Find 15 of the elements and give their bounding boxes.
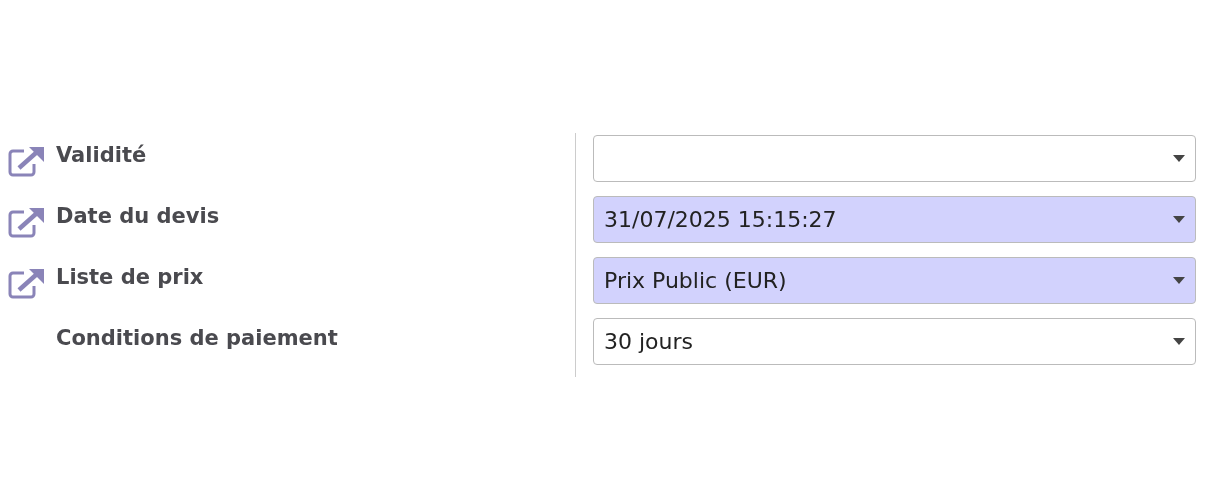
caret-icon (1173, 277, 1185, 284)
dropdown-field[interactable]: Prix Public (EUR) (593, 257, 1196, 304)
external-link-icon[interactable] (8, 206, 46, 238)
dropdown-field[interactable]: 30 jours (593, 318, 1196, 365)
field-label: Date du devis (56, 204, 220, 228)
external-link-icon[interactable] (8, 145, 46, 177)
dropdown-field[interactable] (593, 135, 1196, 182)
field-label: Liste de prix (56, 265, 204, 289)
caret-icon (1173, 338, 1185, 345)
field-label: Conditions de paiement (56, 326, 338, 350)
dropdown-field[interactable]: 31/07/2025 15:15:27 (593, 196, 1196, 243)
caret-icon (1173, 155, 1185, 162)
field-label: Validité (56, 143, 147, 167)
caret-icon (1173, 216, 1185, 223)
external-link-icon[interactable] (8, 267, 46, 299)
